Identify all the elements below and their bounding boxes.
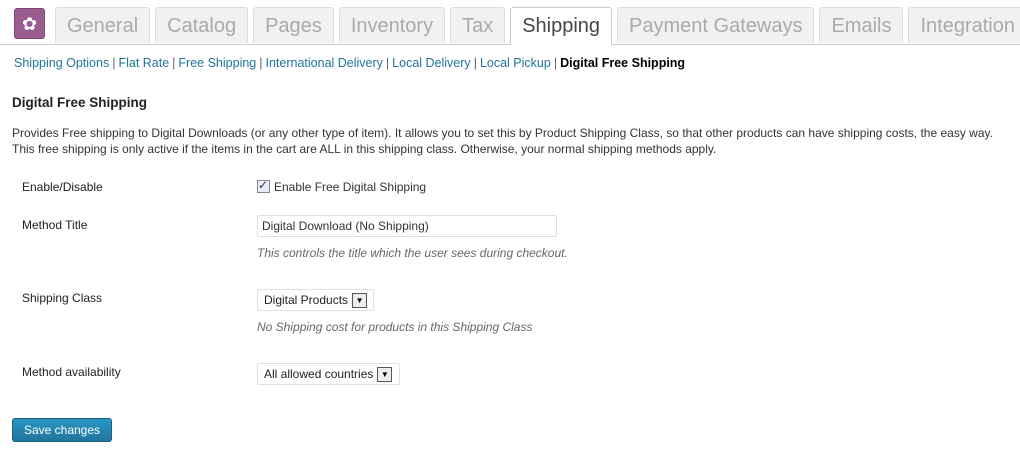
method-title-label: Method Title xyxy=(22,218,88,232)
shipping-class-label: Shipping Class xyxy=(22,291,103,305)
subnav-current: Digital Free Shipping xyxy=(560,56,686,70)
subnav-separator: | xyxy=(553,56,558,70)
tab-shipping[interactable]: Shipping xyxy=(510,7,613,45)
tab-inventory[interactable]: Inventory xyxy=(338,7,446,43)
tab-general[interactable]: General xyxy=(55,7,151,43)
section-description: Provides Free shipping to Digital Downlo… xyxy=(12,126,993,156)
shipping-subnav: Shipping Options | Flat Rate | Free Shipping… xyxy=(14,56,685,70)
subnav-separator: | xyxy=(385,56,390,70)
gear-icon[interactable]: ✿ xyxy=(14,8,45,39)
enable-checkbox[interactable] xyxy=(257,178,270,193)
subnav-separator: | xyxy=(112,56,116,70)
subnav-free-shipping[interactable]: Free Shipping xyxy=(178,56,256,70)
availability-value: All allowed countries xyxy=(264,367,374,381)
shipping-class-select[interactable]: Digital Products ▼ xyxy=(257,289,374,311)
chevron-down-icon: ▼ xyxy=(352,292,368,308)
subnav-local-delivery[interactable]: Local Delivery xyxy=(392,56,471,70)
subnav-separator: | xyxy=(259,56,263,70)
method-title-hint: This controls the title which the user s… xyxy=(257,246,568,260)
tab-emails[interactable]: Emails xyxy=(819,7,904,43)
shipping-class-hint: No Shipping cost for products in this Sh… xyxy=(257,320,533,334)
shipping-class-value: Digital Products xyxy=(264,293,349,307)
subnav-separator: | xyxy=(473,56,477,70)
tab-integration[interactable]: Integration xyxy=(908,7,1020,43)
tab-tax[interactable]: Tax xyxy=(450,7,506,43)
subnav-shipping-options[interactable]: Shipping Options xyxy=(14,56,109,70)
chevron-down-icon: ▼ xyxy=(377,366,393,382)
tab-payment-gateways[interactable]: Payment Gateways xyxy=(617,7,815,43)
subnav-flat-rate[interactable]: Flat Rate xyxy=(118,56,169,70)
availability-label: Method availability xyxy=(22,365,121,379)
tab-bar: ✿ General Catalog Pages Inventory Tax Sh… xyxy=(0,0,1020,45)
subnav-international-delivery[interactable]: International Delivery xyxy=(266,56,383,70)
tab-catalog[interactable]: Catalog xyxy=(155,7,249,43)
enable-label: Enable/Disable xyxy=(22,180,103,194)
enable-checkbox-label[interactable]: Enable Free Digital Shipping xyxy=(274,180,426,194)
tab-pages[interactable]: Pages xyxy=(253,7,334,43)
method-title-input[interactable] xyxy=(257,215,557,237)
availability-select[interactable]: All allowed countries ▼ xyxy=(257,363,400,385)
save-button[interactable]: Save changes xyxy=(12,418,112,442)
enable-field: Enable Free Digital Shipping xyxy=(257,178,426,194)
subnav-local-pickup[interactable]: Local Pickup xyxy=(480,56,551,70)
section-title: Digital Free Shipping xyxy=(12,95,148,110)
subnav-separator: | xyxy=(172,56,176,70)
tab-list: General Catalog Pages Inventory Tax Ship… xyxy=(55,7,1020,45)
